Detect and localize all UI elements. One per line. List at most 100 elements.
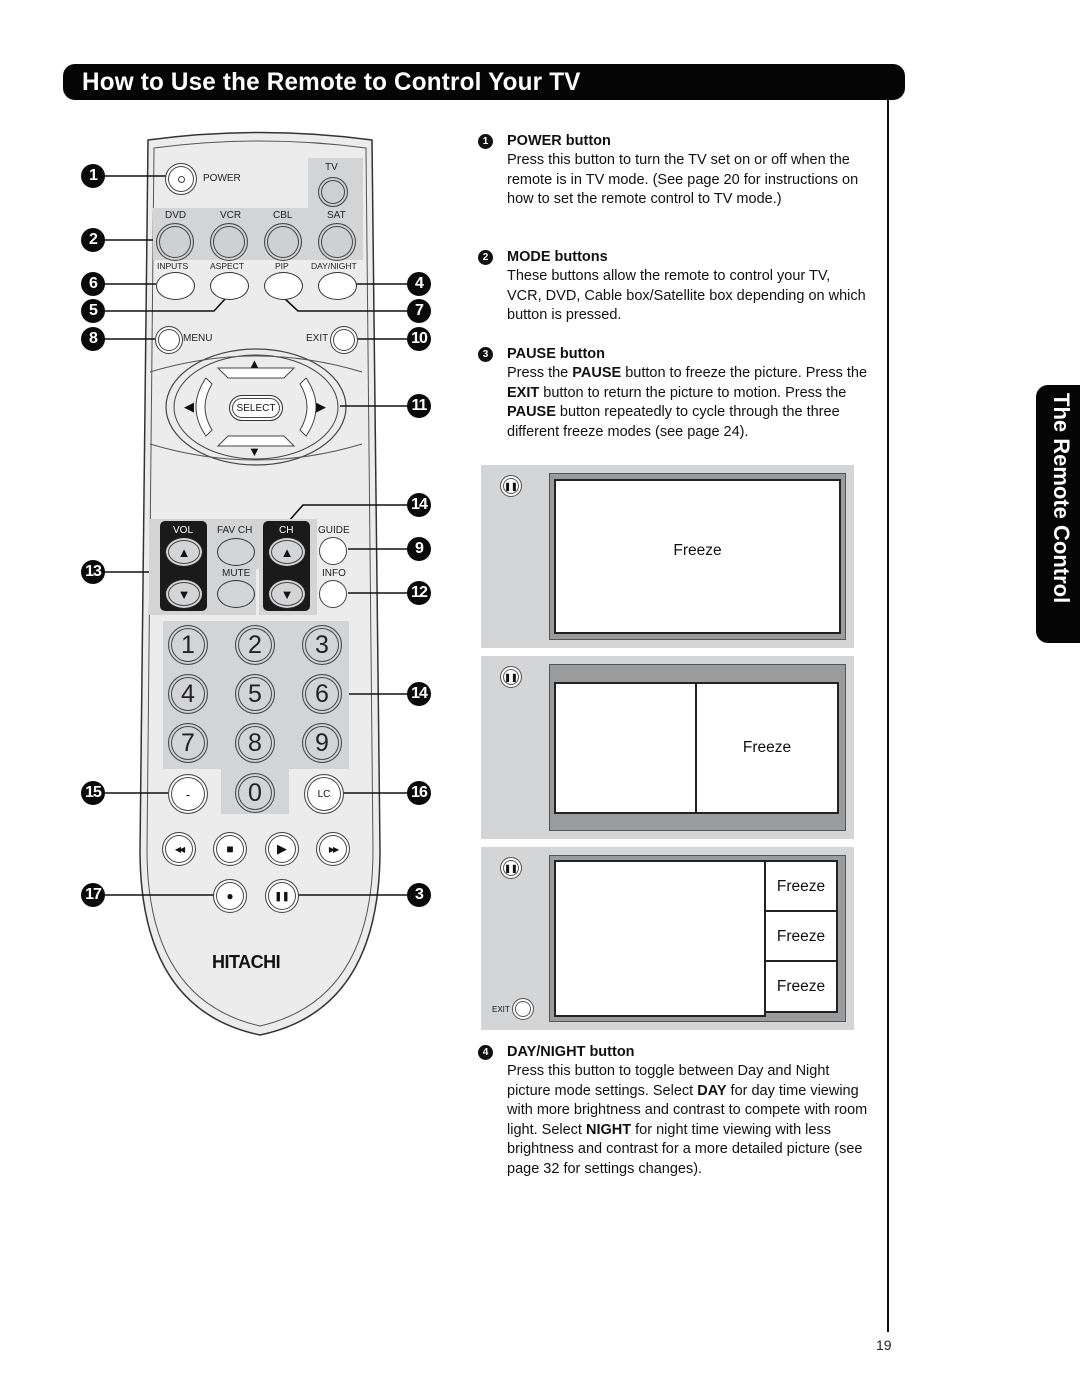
text: button to return the picture to motion. … (539, 384, 847, 401)
number-key-5[interactable]: 5 (235, 674, 275, 714)
vol-down-button[interactable]: ▼ (165, 579, 203, 609)
fav-ch-button[interactable] (217, 538, 255, 566)
tv-screen-thumb-1: Freeze (764, 860, 838, 913)
callout-11: 11 (407, 394, 431, 418)
number-key-2[interactable]: 2 (235, 625, 275, 665)
number-key-1[interactable]: 1 (168, 625, 208, 665)
number-key-3[interactable]: 3 (302, 625, 342, 665)
number-key-4[interactable]: 4 (168, 674, 208, 714)
number-key-8[interactable]: 8 (235, 723, 275, 763)
number-key-7[interactable]: 7 (168, 723, 208, 763)
vol-up-button[interactable]: ▲ (165, 537, 203, 567)
number-key-0[interactable]: 0 (235, 773, 275, 813)
select-button[interactable]: SELECT (229, 395, 283, 421)
emphasis: PAUSE (507, 404, 556, 420)
ch-down-button[interactable]: ▼ (268, 579, 306, 609)
fav-ch-label: FAV CH (217, 525, 253, 536)
down-arrow-button[interactable]: ▼ (248, 444, 261, 459)
callout-10: 10 (407, 327, 431, 351)
mute-label: MUTE (222, 568, 251, 579)
rewind-button[interactable]: ◀◀ (162, 832, 196, 866)
freeze-label: Freeze (742, 739, 792, 756)
mute-button[interactable] (217, 580, 255, 608)
down-arrow-icon: ▼ (280, 586, 294, 602)
exit-label: EXIT (492, 1004, 510, 1014)
pause-icon: ❚❚ (500, 475, 522, 497)
brand-logo: HITACHI (212, 952, 281, 972)
left-arrow-button[interactable]: ◀ (184, 399, 194, 415)
play-button[interactable]: ▶ (265, 832, 299, 866)
guide-button[interactable] (319, 537, 347, 565)
power-button[interactable] (165, 163, 197, 195)
stop-icon: ■ (226, 842, 234, 856)
menu-label: MENU (183, 333, 213, 344)
cbl-mode-button[interactable] (264, 223, 302, 261)
day-night-button[interactable] (318, 272, 357, 300)
section-body: Press this button to turn the TV set on … (507, 152, 859, 207)
rewind-icon: ◀◀ (174, 844, 185, 854)
section-heading: 1 POWER button (478, 132, 868, 150)
tv-screen: Freeze (554, 479, 841, 634)
right-arrow-button[interactable]: ▶ (316, 399, 326, 415)
callout-16: 16 (407, 781, 431, 805)
dvd-label: DVD (165, 210, 187, 221)
lc-button[interactable]: LC (304, 774, 344, 814)
exit-button[interactable] (330, 326, 358, 354)
stop-button[interactable]: ■ (213, 832, 247, 866)
callout-14: 14 (407, 682, 431, 706)
vol-label: VOL (173, 525, 194, 536)
callout-8: 8 (81, 327, 105, 351)
select-label: SELECT (236, 402, 276, 414)
power-label: POWER (203, 173, 241, 184)
callout-15: 15 (81, 781, 105, 805)
freeze-label: Freeze (776, 877, 826, 895)
fast-forward-icon: ▶▶ (328, 844, 339, 854)
section-title: DAY/NIGHT button (507, 1044, 635, 1060)
section-number-badge: 1 (478, 133, 493, 149)
aspect-label: ASPECT (210, 261, 245, 271)
number-key-6[interactable]: 6 (302, 674, 342, 714)
callout-7: 7 (407, 299, 431, 323)
dash-button[interactable]: - (168, 774, 208, 814)
freeze-label: Freeze (673, 541, 722, 559)
freeze-mode-split-panel: ❚❚ Freeze (481, 656, 854, 839)
dvd-mode-button[interactable] (156, 223, 194, 261)
fast-forward-button[interactable]: ▶▶ (316, 832, 350, 866)
callout-5: 5 (81, 299, 105, 323)
freeze-label: Freeze (776, 927, 826, 945)
up-arrow-icon: ▲ (280, 544, 294, 560)
tv-frame: Freeze Freeze Freeze (549, 855, 846, 1022)
section-body: Press the PAUSE button to freeze the pic… (507, 364, 868, 442)
tv-mode-button[interactable] (318, 177, 348, 207)
down-arrow-icon: ▼ (177, 586, 191, 602)
tv-label: TV (325, 162, 338, 173)
callout-3: 3 (407, 883, 431, 907)
guide-label: GUIDE (318, 525, 350, 536)
lc-label: LC (317, 788, 331, 800)
day-night-label: DAY/NIGHT (311, 261, 357, 271)
callout-1: 1 (81, 164, 105, 188)
vcr-mode-button[interactable] (210, 223, 248, 261)
tv-screen-thumb-2: Freeze (764, 910, 838, 963)
up-arrow-button[interactable]: ▲ (248, 356, 261, 371)
aspect-button[interactable] (210, 272, 249, 300)
ch-label: CH (279, 525, 294, 536)
sat-mode-button[interactable] (318, 223, 356, 261)
pip-button[interactable] (264, 272, 303, 300)
number-key-9[interactable]: 9 (302, 723, 342, 763)
section-title: POWER button (507, 133, 611, 149)
info-button[interactable] (319, 580, 347, 608)
callout-14: 14 (407, 493, 431, 517)
section-number-badge: 2 (478, 249, 493, 265)
tv-screen-right: Freeze (695, 682, 839, 814)
inputs-button[interactable] (156, 272, 195, 300)
record-button[interactable]: ● (213, 879, 247, 913)
pause-icon: ❚❚ (274, 890, 290, 901)
callout-2: 2 (81, 228, 105, 252)
emphasis: DAY (697, 1082, 727, 1099)
menu-button[interactable] (155, 326, 183, 354)
pause-button[interactable]: ❚❚ (265, 879, 299, 913)
ch-up-button[interactable]: ▲ (268, 537, 306, 567)
section-heading: 2 MODE buttons (478, 248, 868, 266)
text: button repeatedly to cycle through the t… (507, 404, 840, 440)
